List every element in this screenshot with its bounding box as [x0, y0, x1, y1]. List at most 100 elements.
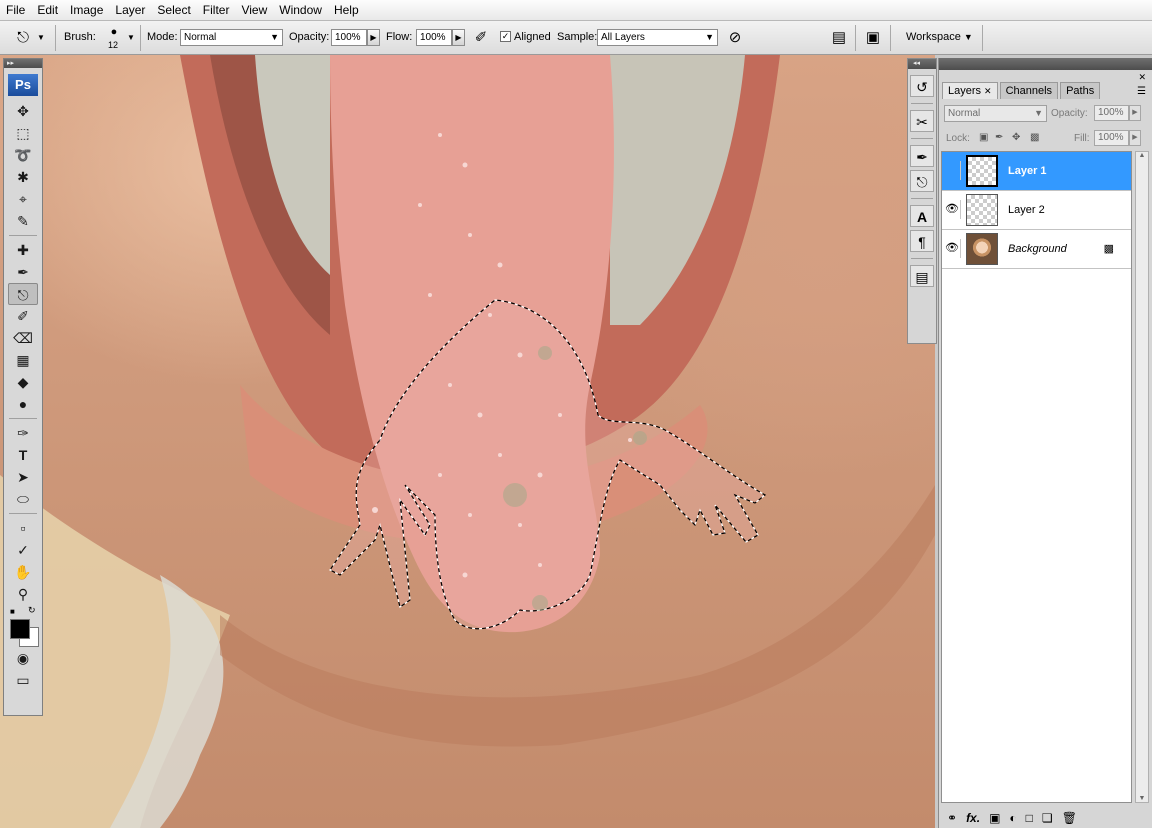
layers-scrollbar[interactable]: ▲ ▼: [1135, 151, 1149, 803]
opacity-slider-button[interactable]: ▶: [367, 29, 380, 46]
tab-paths[interactable]: Paths: [1060, 82, 1101, 99]
aligned-label: Aligned: [514, 31, 551, 43]
layer-comps-icon[interactable]: ▤: [910, 265, 934, 287]
flow-slider-button[interactable]: ▶: [452, 29, 465, 46]
lasso-tool-icon[interactable]: ➰: [8, 144, 38, 166]
photoshop-logo[interactable]: Ps: [8, 74, 38, 96]
menu-edit[interactable]: Edit: [31, 0, 64, 20]
brush-tip-icon[interactable]: ●: [108, 26, 120, 38]
type-tool-icon[interactable]: T: [8, 444, 38, 466]
mode-select[interactable]: Normal ▼: [180, 29, 283, 46]
canvas-image: [0, 55, 935, 828]
quick-mask-icon[interactable]: ◉: [8, 647, 38, 669]
flow-input[interactable]: 100%: [416, 29, 452, 46]
link-layers-icon[interactable]: ⚭: [947, 811, 957, 825]
swap-colors-icon[interactable]: ↻: [28, 605, 36, 616]
brushes-panel-icon[interactable]: ✒: [910, 145, 934, 167]
sample-select[interactable]: All Layers ▼: [597, 29, 718, 46]
magic-wand-tool-icon[interactable]: ✱: [8, 166, 38, 188]
menu-help[interactable]: Help: [328, 0, 365, 20]
panel-grip[interactable]: [939, 58, 1152, 70]
new-group-icon[interactable]: □: [1026, 811, 1033, 825]
marquee-tool-icon[interactable]: ⬚: [8, 122, 38, 144]
document-canvas[interactable]: [0, 55, 935, 828]
pen-tool-icon[interactable]: ✑: [8, 422, 38, 444]
clone-source-icon[interactable]: ⎋: [910, 170, 934, 192]
brush-dropdown-arrow-icon[interactable]: ▼: [127, 33, 135, 42]
clone-stamp-preset-icon[interactable]: ⎋: [12, 27, 34, 49]
workspace-button[interactable]: Workspace ▼: [906, 31, 973, 43]
dock-grip[interactable]: ◂◂: [908, 59, 936, 69]
fill-slider-button[interactable]: ▶: [1129, 130, 1141, 146]
screen-mode-icon[interactable]: ▭: [8, 669, 38, 691]
slice-tool-icon[interactable]: ✎: [8, 210, 38, 232]
palette-well-icon[interactable]: ▤: [828, 27, 850, 49]
fill-input[interactable]: 100%: [1094, 130, 1129, 146]
dodge-tool-icon[interactable]: ●: [8, 393, 38, 415]
eye-icon[interactable]: 👁: [944, 239, 961, 258]
bridge-icon[interactable]: ▣: [862, 27, 884, 49]
default-colors-icon[interactable]: ■: [10, 607, 15, 616]
paragraph-panel-icon[interactable]: ¶: [910, 230, 934, 252]
lock-position-icon[interactable]: ✥: [1012, 132, 1020, 143]
add-mask-icon[interactable]: ▣: [989, 811, 1000, 825]
tool-presets-icon[interactable]: ✂: [910, 110, 934, 132]
color-swatches: ■ ↻: [4, 605, 42, 647]
menu-select[interactable]: Select: [151, 0, 196, 20]
lock-transparent-pixels-icon[interactable]: ▣: [979, 132, 988, 143]
scroll-down-icon[interactable]: ▼: [1136, 795, 1148, 802]
foreground-color-swatch[interactable]: [10, 619, 30, 639]
separator: [140, 25, 141, 51]
lock-image-pixels-icon[interactable]: ✒: [995, 132, 1003, 143]
path-selection-tool-icon[interactable]: ➤: [8, 466, 38, 488]
delete-layer-icon[interactable]: 🗑: [1062, 811, 1077, 825]
panel-menu-icon[interactable]: ☰: [1137, 86, 1146, 97]
gradient-tool-icon[interactable]: ▦: [8, 349, 38, 371]
brush-tool-icon[interactable]: ✒: [8, 261, 38, 283]
layer-row-layer-1[interactable]: Layer 1: [942, 152, 1131, 191]
healing-brush-tool-icon[interactable]: ✚: [8, 239, 38, 261]
character-panel-icon[interactable]: A: [910, 205, 934, 227]
layer-row-layer-2[interactable]: 👁 Layer 2: [942, 191, 1131, 230]
ignore-adjustment-layers-icon[interactable]: ⊘: [724, 27, 746, 49]
adjustment-layer-icon[interactable]: ◐: [1009, 811, 1016, 825]
shape-tool-icon[interactable]: ⬭: [8, 488, 38, 510]
menu-window[interactable]: Window: [273, 0, 328, 20]
new-layer-icon[interactable]: ❏: [1042, 811, 1053, 825]
lock-all-icon[interactable]: ▩: [1030, 132, 1039, 143]
history-brush-tool-icon[interactable]: ✐: [8, 305, 38, 327]
notes-tool-icon[interactable]: ▫: [8, 517, 38, 539]
visibility-toggle-hidden[interactable]: [944, 161, 961, 180]
layer-row-background[interactable]: 👁 Background ▩: [942, 230, 1131, 269]
clone-stamp-tool-icon[interactable]: ⎋: [8, 283, 38, 305]
scroll-up-icon[interactable]: ▲: [1136, 152, 1148, 159]
close-panel-icon[interactable]: ✕: [1138, 72, 1146, 83]
menu-view[interactable]: View: [235, 0, 273, 20]
layer-opacity-input[interactable]: 100%: [1094, 105, 1129, 121]
eye-icon[interactable]: 👁: [944, 200, 961, 219]
zoom-tool-icon[interactable]: ⚲: [8, 583, 38, 605]
layer-opacity-slider-button[interactable]: ▶: [1129, 105, 1141, 121]
tab-channels[interactable]: Channels: [999, 82, 1059, 99]
menu-image[interactable]: Image: [64, 0, 109, 20]
blend-mode-select[interactable]: Normal ▼: [944, 105, 1047, 122]
menu-layer[interactable]: Layer: [109, 0, 151, 20]
dock-separator: [911, 198, 933, 199]
airbrush-icon[interactable]: ✐: [470, 27, 492, 49]
history-panel-icon[interactable]: ↺: [910, 75, 934, 97]
layer-style-icon[interactable]: fx.: [966, 811, 980, 825]
aligned-checkbox[interactable]: ✓: [500, 31, 511, 42]
menu-filter[interactable]: Filter: [197, 0, 236, 20]
crop-tool-icon[interactable]: ⌖: [8, 188, 38, 210]
eraser-tool-icon[interactable]: ⌫: [8, 327, 38, 349]
opacity-input[interactable]: 100%: [331, 29, 367, 46]
toolbox-grip[interactable]: ▸▸: [4, 59, 42, 68]
blur-tool-icon[interactable]: ◆: [8, 371, 38, 393]
menu-file[interactable]: File: [0, 0, 31, 20]
hand-tool-icon[interactable]: ✋: [8, 561, 38, 583]
preset-dropdown-arrow-icon[interactable]: ▼: [37, 33, 45, 42]
tab-layers[interactable]: Layers ✕: [942, 82, 998, 99]
eyedropper-tool-icon[interactable]: ✓: [8, 539, 38, 561]
close-icon[interactable]: ✕: [984, 86, 992, 96]
move-tool-icon[interactable]: ✥: [8, 100, 38, 122]
